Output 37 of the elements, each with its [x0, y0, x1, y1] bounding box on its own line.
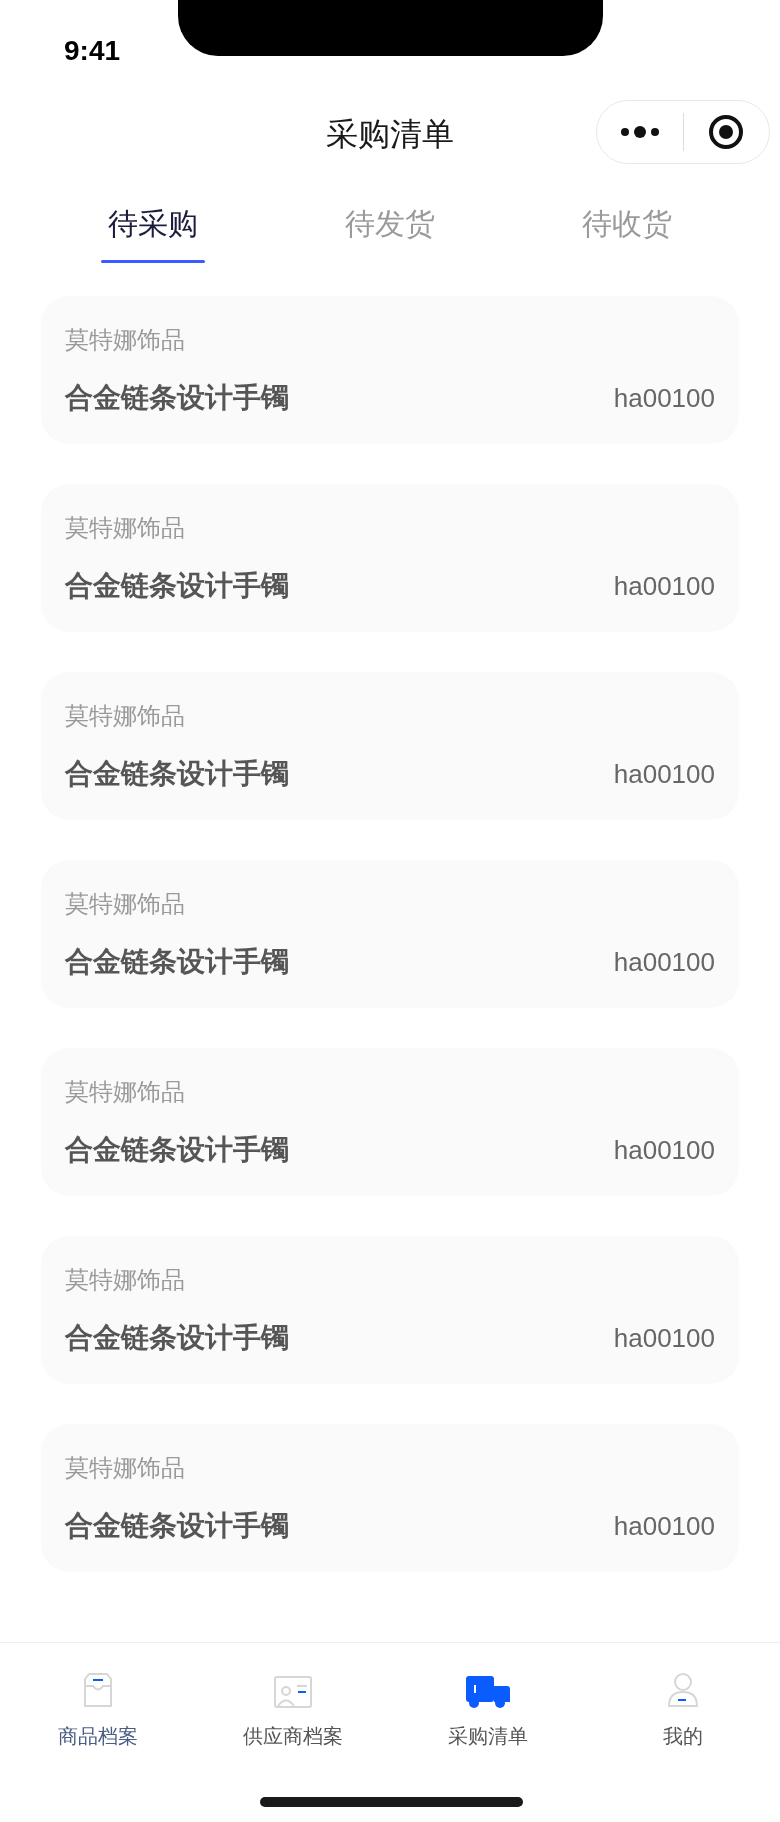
- order-card[interactable]: 莫特娜饰品 合金链条设计手镯 ha00100: [41, 296, 739, 444]
- supplier-name: 莫特娜饰品: [65, 1453, 185, 1484]
- product-name: 合金链条设计手镯: [65, 1508, 289, 1544]
- nav-tab[interactable]: 供应商档案: [195, 1663, 390, 1751]
- order-card[interactable]: 莫特娜饰品 合金链条设计手镯 ha00100: [41, 484, 739, 632]
- order-card[interactable]: 莫特娜饰品 合金链条设计手镯 ha00100: [41, 672, 739, 820]
- order-card[interactable]: 莫特娜饰品 合金链条设计手镯 ha00100: [41, 1236, 739, 1384]
- product-name: 合金链条设计手镯: [65, 1320, 289, 1356]
- product-code: ha00100: [613, 1322, 715, 1355]
- order-card[interactable]: 莫特娜饰品 合金链条设计手镯 ha00100: [41, 1048, 739, 1196]
- supplier-name: 莫特娜饰品: [65, 513, 185, 544]
- nav-tab[interactable]: 采购清单: [390, 1663, 585, 1751]
- order-card[interactable]: 莫特娜饰品 合金链条设计手镯 ha00100: [41, 860, 739, 1008]
- nav-tab[interactable]: 商品档案: [0, 1663, 195, 1751]
- more-icon[interactable]: [619, 126, 660, 138]
- product-name: 合金链条设计手镯: [65, 568, 289, 604]
- tab[interactable]: 待采购: [34, 172, 272, 284]
- supplier-name: 莫特娜饰品: [65, 889, 185, 920]
- status-time: 9:41: [64, 34, 121, 68]
- product-code: ha00100: [613, 382, 715, 415]
- nav-tab[interactable]: 我的: [585, 1663, 780, 1751]
- page-title: 采购清单: [326, 114, 454, 155]
- order-card[interactable]: 莫特娜饰品 合金链条设计手镯 ha00100: [41, 1424, 739, 1572]
- supplier-name: 莫特娜饰品: [65, 1077, 185, 1108]
- product-code: ha00100: [613, 570, 715, 603]
- product-name: 合金链条设计手镯: [65, 756, 289, 792]
- product-code: ha00100: [613, 946, 715, 979]
- product-code: ha00100: [613, 1510, 715, 1543]
- supplier-name: 莫特娜饰品: [65, 325, 185, 356]
- supplier-name: 莫特娜饰品: [65, 1265, 185, 1296]
- product-name: 合金链条设计手镯: [65, 1132, 289, 1168]
- target-icon[interactable]: [708, 114, 745, 150]
- product-name: 合金链条设计手镯: [65, 944, 289, 980]
- product-code: ha00100: [613, 1134, 715, 1167]
- supplier-name: 莫特娜饰品: [65, 701, 185, 732]
- product-code: ha00100: [613, 758, 715, 791]
- product-name: 合金链条设计手镯: [65, 380, 289, 416]
